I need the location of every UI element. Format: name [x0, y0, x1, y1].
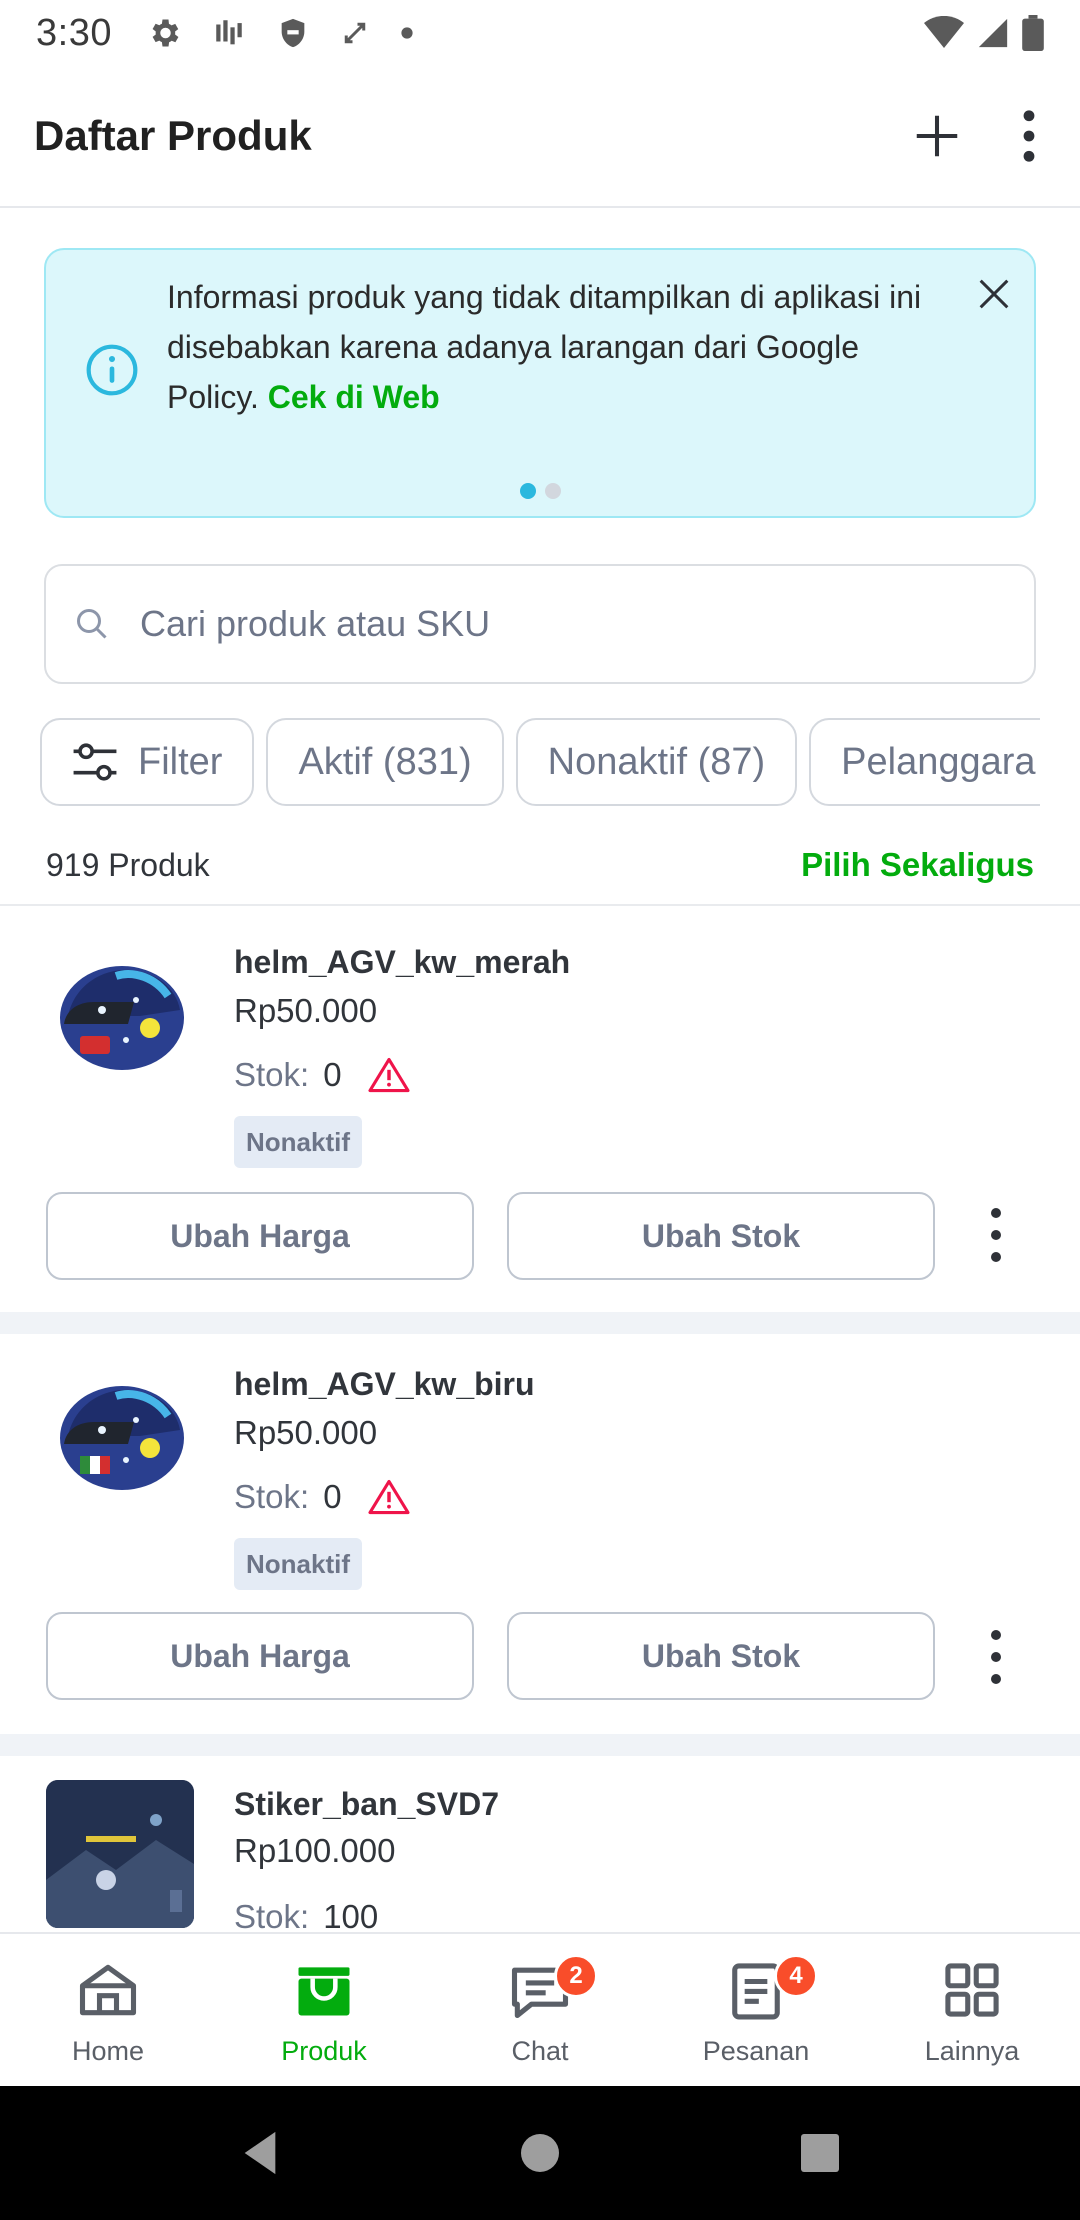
info-icon: [86, 344, 138, 396]
stock-value: 100: [323, 1898, 379, 1932]
plus-icon[interactable]: [910, 109, 964, 163]
bottom-nav: Home Produk 2 Chat 4 Pesanan Lainnya: [0, 1932, 1080, 2086]
more-vert-icon[interactable]: [1022, 109, 1036, 163]
cell-signal-icon: [978, 18, 1008, 48]
settings-icon: [152, 19, 179, 47]
status-time: 3:30: [36, 11, 112, 54]
battery-icon: [1022, 15, 1044, 51]
pagination-dot[interactable]: [545, 483, 561, 499]
info-banner: Informasi produk yang tidak ditampilkan …: [44, 248, 1036, 518]
edit-stock-button[interactable]: Ubah Stok: [507, 1192, 935, 1280]
nav-produk-label: Produk: [281, 2036, 367, 2066]
divider: [0, 1312, 1080, 1334]
chip-nonaktif[interactable]: Nonaktif (87): [515, 718, 798, 806]
home-icon: [79, 1964, 137, 2016]
nav-pesanan[interactable]: 4 Pesanan: [648, 1934, 864, 2086]
product-stock: Stok: 0: [234, 1056, 410, 1094]
product-card[interactable]: Stiker_ban_SVD7 Rp100.000 Stok: 100: [0, 1756, 1080, 1932]
filter-chip-label: Filter: [138, 740, 223, 783]
pagination-dot-active[interactable]: [520, 483, 536, 499]
app-bar: Daftar Produk: [0, 66, 1080, 208]
chip-pelanggaran[interactable]: Pelanggara: [809, 718, 1040, 806]
product-stock: Stok: 100: [234, 1898, 378, 1932]
stock-value: 0: [323, 1056, 342, 1093]
status-bar: 3:30: [0, 0, 1080, 66]
search-bar[interactable]: [44, 564, 1036, 684]
search-input[interactable]: [140, 603, 940, 645]
search-icon: [77, 609, 107, 639]
product-card[interactable]: helm_AGV_kw_biru Rp50.000 Stok: 0 Nonakt…: [0, 1334, 1080, 1734]
nav-lainnya-label: Lainnya: [924, 2036, 1020, 2066]
product-image: [46, 940, 194, 1088]
status-badge: Nonaktif: [234, 1538, 362, 1590]
filter-chips: Filter Aktif (831) Nonaktif (87) Pelangg…: [40, 718, 1040, 806]
filter-chip[interactable]: Filter: [40, 718, 255, 806]
edit-price-button[interactable]: Ubah Harga: [46, 1612, 474, 1700]
page-title: Daftar Produk: [34, 112, 312, 159]
nav-produk[interactable]: Produk: [216, 1934, 432, 2086]
stock-value: 0: [323, 1478, 342, 1515]
product-name[interactable]: helm_AGV_kw_merah: [234, 944, 570, 981]
stock-label: Stok:: [234, 1898, 310, 1932]
chat-badge: 2: [554, 1954, 598, 1998]
stock-label: Stok:: [234, 1056, 310, 1093]
store-icon: [298, 1967, 350, 2016]
nav-lainnya[interactable]: Lainnya: [864, 1934, 1080, 2086]
product-count: 919 Produk: [46, 846, 210, 883]
wifi-icon: [924, 16, 964, 48]
more-options-icon[interactable]: [974, 1200, 1018, 1270]
warning-icon: [368, 1479, 410, 1515]
sync-icon: [344, 22, 366, 44]
product-image: [46, 1360, 194, 1508]
edit-stock-button[interactable]: Ubah Stok: [507, 1612, 935, 1700]
home-circle-icon[interactable]: [520, 2133, 560, 2173]
shield-icon: [281, 18, 305, 48]
nav-home-label: Home: [71, 2036, 145, 2066]
system-nav-bar: [0, 2086, 1080, 2220]
select-all-button[interactable]: Pilih Sekaligus: [801, 846, 1034, 884]
divider: [0, 1734, 1080, 1756]
sliders-icon: [73, 743, 117, 781]
close-icon[interactable]: [974, 274, 1014, 314]
dot-icon: [401, 27, 413, 39]
product-price: Rp50.000: [234, 992, 378, 1029]
recents-icon[interactable]: [800, 2133, 840, 2173]
warning-icon: [368, 1057, 410, 1093]
product-stock: Stok: 0: [234, 1478, 410, 1516]
product-summary-row: 919 Produk Pilih Sekaligus: [0, 826, 1080, 906]
orders-badge: 4: [774, 1954, 818, 1998]
more-options-icon[interactable]: [974, 1622, 1018, 1692]
grid-icon: [945, 1963, 999, 2017]
product-name[interactable]: Stiker_ban_SVD7: [234, 1786, 499, 1823]
status-badge: Nonaktif: [234, 1116, 362, 1168]
back-icon[interactable]: [240, 2130, 280, 2176]
chip-aktif[interactable]: Aktif (831): [266, 718, 504, 806]
product-image: [46, 1780, 194, 1928]
nav-chat[interactable]: 2 Chat: [432, 1934, 648, 2086]
product-price: Rp100.000: [234, 1832, 396, 1869]
edit-price-button[interactable]: Ubah Harga: [46, 1192, 474, 1280]
stock-label: Stok:: [234, 1478, 310, 1515]
product-card[interactable]: helm_AGV_kw_merah Rp50.000 Stok: 0 Nonak…: [0, 908, 1080, 1312]
banner-pagination: [520, 483, 561, 499]
product-price: Rp50.000: [234, 1414, 378, 1451]
nav-pesanan-label: Pesanan: [702, 2036, 810, 2066]
nav-chat-label: Chat: [511, 2036, 569, 2066]
check-web-link[interactable]: Cek di Web: [268, 379, 440, 415]
nav-home[interactable]: Home: [0, 1934, 216, 2086]
signal-bars-icon: [216, 20, 242, 45]
product-name[interactable]: helm_AGV_kw_biru: [234, 1366, 535, 1403]
banner-text: Informasi produk yang tidak ditampilkan …: [167, 272, 937, 422]
